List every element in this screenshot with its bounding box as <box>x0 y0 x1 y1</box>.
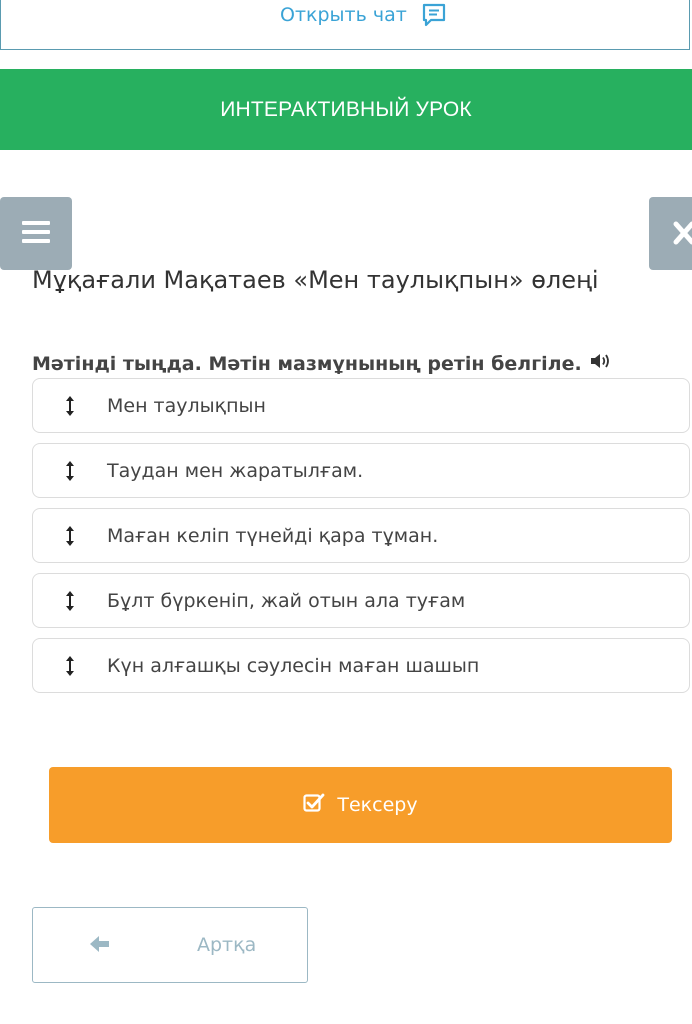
back-button-label: Артқа <box>197 934 257 956</box>
banner-title: ИНТЕРАКТИВНЫЙ УРОК <box>220 97 472 121</box>
checkbox-icon <box>303 793 325 818</box>
lesson-title: Мұқағали Мақатаев «Мен таулықпын» өлеңі <box>32 266 599 294</box>
drag-handle-icon[interactable] <box>33 525 107 547</box>
list-item[interactable]: Бұлт бүркеніп, жай отын ала туғам <box>32 573 690 628</box>
list-item-label: Таудан мен жаратылғам. <box>107 459 364 482</box>
close-icon <box>649 221 692 270</box>
list-item-label: Маған келіп түнейді қара тұман. <box>107 524 439 547</box>
list-item[interactable]: Күн алғашқы сәулесін маған шашып <box>32 638 690 693</box>
chat-icon <box>421 2 447 28</box>
drag-handle-icon[interactable] <box>33 590 107 612</box>
speaker-icon[interactable] <box>590 352 612 375</box>
list-item[interactable]: Таудан мен жаратылғам. <box>32 443 690 498</box>
check-button-label: Тексеру <box>337 794 418 816</box>
drag-handle-icon[interactable] <box>33 460 107 482</box>
sortable-list: Мен таулықпын Таудан мен жаратылғам. Мағ… <box>32 378 690 703</box>
list-item[interactable]: Маған келіп түнейді қара тұман. <box>32 508 690 563</box>
instruction: Мәтінді тыңда. Мәтін мазмұнының ретін бе… <box>32 352 612 375</box>
list-item-label: Мен таулықпын <box>107 394 266 417</box>
open-chat-link[interactable]: Открыть чат <box>280 2 447 28</box>
list-item-label: Күн алғашқы сәулесін маған шашып <box>107 654 480 677</box>
chat-bar: Открыть чат <box>0 0 690 50</box>
menu-button[interactable] <box>0 197 72 270</box>
open-chat-label: Открыть чат <box>280 4 407 26</box>
drag-handle-icon[interactable] <box>33 655 107 677</box>
close-button[interactable] <box>649 197 692 270</box>
hamburger-icon <box>22 220 50 248</box>
back-button[interactable]: Артқа <box>32 907 308 983</box>
instruction-text: Мәтінді тыңда. Мәтін мазмұнының ретін бе… <box>32 352 582 375</box>
drag-handle-icon[interactable] <box>33 395 107 417</box>
list-item-label: Бұлт бүркеніп, жай отын ала туғам <box>107 589 466 612</box>
arrow-left-icon <box>89 934 111 958</box>
check-button[interactable]: Тексеру <box>49 767 672 843</box>
list-item[interactable]: Мен таулықпын <box>32 378 690 433</box>
interactive-lesson-banner: ИНТЕРАКТИВНЫЙ УРОК <box>0 69 692 150</box>
